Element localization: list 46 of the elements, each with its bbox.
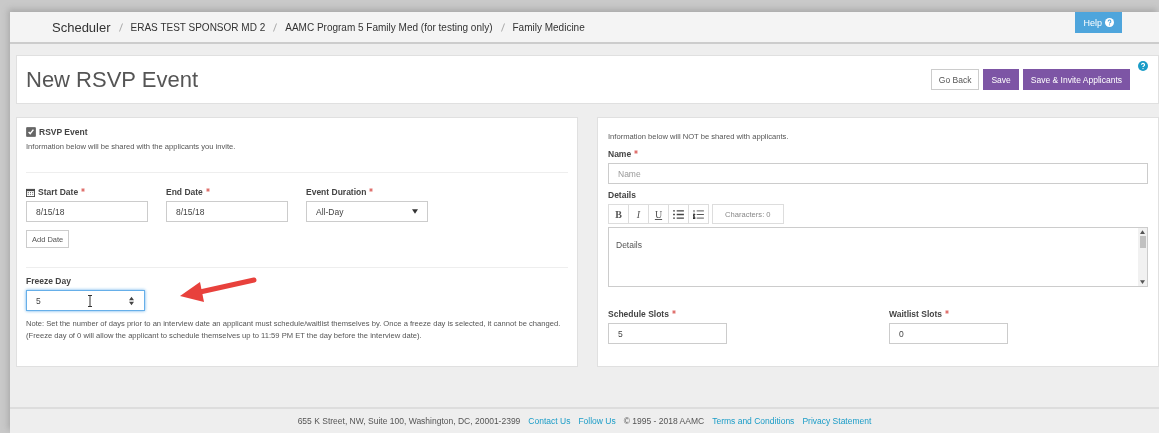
numbered-list-button[interactable] (688, 204, 709, 225)
underline-button[interactable]: U (648, 204, 669, 225)
slots-input[interactable]: 5 (608, 323, 727, 345)
help-icon (1105, 18, 1114, 27)
calendar-icon (26, 187, 35, 197)
breadcrumb-link[interactable]: AAMC Program 5 Family Med (for testing only) (285, 21, 493, 33)
details-textarea[interactable]: Details (608, 227, 1148, 288)
text-cursor-icon (87, 295, 93, 308)
bold-button[interactable]: B (608, 204, 629, 225)
field-label: Start Date (38, 187, 79, 198)
field-label: Name (608, 149, 632, 160)
caret-icon (412, 209, 418, 215)
field-label: Schedule Slots (608, 309, 669, 320)
bullet-list-button[interactable] (668, 204, 689, 225)
duration-dropdown[interactable]: All-Day (306, 201, 428, 223)
breadcrumb-link[interactable]: Family Medicine (512, 21, 585, 33)
breadcrumb-link[interactable]: ERAS TEST SPONSOR MD 2 (130, 21, 266, 33)
help-icon[interactable] (1138, 61, 1148, 71)
app-title[interactable]: Scheduler (52, 19, 111, 35)
footer-text: 655 K Street, NW, Suite 100, Washington, DC, 20001-2399 (297, 416, 521, 426)
slots-input[interactable]: 0 (889, 323, 1008, 345)
save-button[interactable]: Save & Invite Applicants (1022, 69, 1130, 90)
field-label: Details (608, 190, 636, 201)
scrollbar-thumb[interactable] (1139, 236, 1146, 249)
freeze-day-spinner[interactable]: 5 (26, 290, 145, 312)
field-label: Event Duration (306, 187, 367, 198)
breadcrumb-separator-icon (273, 22, 278, 32)
breadcrumb-separator-icon (500, 22, 505, 32)
page-title: New RSVP Event (26, 66, 198, 93)
numbered-list-icon (693, 209, 704, 219)
breadcrumb-separator-icon (118, 22, 123, 32)
field-label: Waitlist Slots (889, 309, 943, 320)
date-input[interactable]: 8/15/18 (166, 201, 288, 223)
bullet-list-icon (673, 209, 684, 219)
checkbox-label: RSVP Event (39, 127, 88, 137)
italic-button[interactable]: I (628, 204, 649, 225)
field-label: End Date (166, 187, 203, 198)
scrollbar[interactable] (1138, 228, 1147, 287)
back-button[interactable]: Go Back (930, 69, 980, 90)
rsvp-checkbox[interactable] (26, 127, 36, 137)
footer-text: © 1995 - 2018 AAMC (623, 416, 705, 426)
scroll-down-icon[interactable] (1140, 280, 1145, 285)
name-input[interactable]: Name (608, 163, 1148, 185)
save-button[interactable]: Save (983, 69, 1019, 90)
date-input[interactable]: 8/15/18 (26, 201, 148, 223)
field-label: Freeze Day (26, 276, 71, 287)
